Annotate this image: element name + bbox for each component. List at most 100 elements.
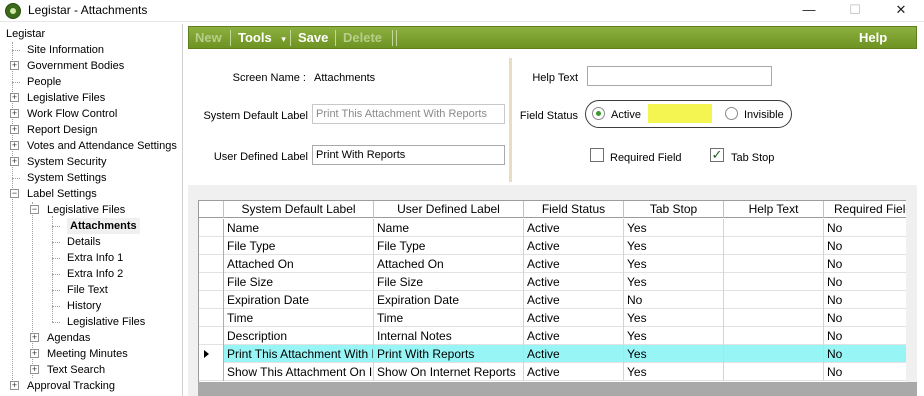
row-header[interactable] bbox=[199, 273, 224, 291]
table-row[interactable]: Description Internal Notes Active Yes No bbox=[199, 327, 906, 345]
cell-user-defined-label[interactable]: Internal Notes bbox=[374, 327, 524, 345]
row-header[interactable] bbox=[199, 363, 224, 381]
row-header[interactable] bbox=[199, 255, 224, 273]
expand-icon[interactable]: + bbox=[30, 349, 39, 358]
table-row[interactable]: File Type File Type Active Yes No bbox=[199, 237, 906, 255]
cell-help-text[interactable] bbox=[724, 309, 824, 327]
cell-tab-stop[interactable]: Yes bbox=[624, 255, 724, 273]
cell-tab-stop[interactable]: Yes bbox=[624, 309, 724, 327]
column-header-user-defined-label[interactable]: User Defined Label bbox=[374, 201, 524, 218]
cell-field-status[interactable]: Active bbox=[524, 345, 624, 363]
cell-tab-stop[interactable]: Yes bbox=[624, 237, 724, 255]
help-button[interactable]: Help bbox=[859, 27, 887, 48]
cell-user-defined-label[interactable]: Time bbox=[374, 309, 524, 327]
minimize-button[interactable]: — bbox=[786, 0, 832, 22]
column-header-required-field[interactable]: Required Field bbox=[824, 201, 906, 218]
cell-field-status[interactable]: Active bbox=[524, 237, 624, 255]
cell-help-text[interactable] bbox=[724, 345, 824, 363]
cell-required-field[interactable]: No bbox=[824, 327, 906, 345]
system-default-field[interactable]: Print This Attachment With Reports bbox=[312, 104, 505, 124]
tree-item-system-security[interactable]: System Security bbox=[27, 154, 106, 170]
tree-item-attachments[interactable]: Attachments bbox=[67, 218, 140, 234]
column-header-tab-stop[interactable]: Tab Stop bbox=[624, 201, 724, 218]
cell-user-defined-label[interactable]: File Type bbox=[374, 237, 524, 255]
cell-tab-stop[interactable]: Yes bbox=[624, 345, 724, 363]
expand-icon[interactable]: + bbox=[30, 333, 39, 342]
new-button[interactable]: New bbox=[195, 27, 222, 48]
cell-system-default-label[interactable]: File Type bbox=[224, 237, 374, 255]
table-row[interactable]: Time Time Active Yes No bbox=[199, 309, 906, 327]
expand-icon[interactable]: + bbox=[30, 365, 39, 374]
cell-help-text[interactable] bbox=[724, 273, 824, 291]
cell-required-field[interactable]: No bbox=[824, 237, 906, 255]
tree-item-approval-tracking[interactable]: Approval Tracking bbox=[27, 378, 115, 394]
table-row[interactable]: Show This Attachment On InternetShow On … bbox=[199, 363, 906, 381]
cell-help-text[interactable] bbox=[724, 255, 824, 273]
cell-system-default-label[interactable]: File Size bbox=[224, 273, 374, 291]
table-row[interactable]: File Size File Size Active Yes No bbox=[199, 273, 906, 291]
cell-required-field[interactable]: No bbox=[824, 363, 906, 381]
cell-required-field[interactable]: No bbox=[824, 309, 906, 327]
tree-item-history[interactable]: History bbox=[67, 298, 101, 314]
save-button[interactable]: Save bbox=[298, 27, 328, 48]
tree-item-details[interactable]: Details bbox=[67, 234, 101, 250]
tree-item-legislative-files-labels[interactable]: Legislative Files bbox=[47, 202, 125, 218]
tree-item-extra-info-2[interactable]: Extra Info 2 bbox=[67, 266, 123, 282]
tree-item-report-design[interactable]: Report Design bbox=[27, 122, 97, 138]
maximize-button[interactable]: ☐ bbox=[832, 0, 878, 22]
help-text-field[interactable] bbox=[587, 66, 772, 86]
active-radio[interactable] bbox=[592, 107, 605, 120]
expand-icon[interactable]: + bbox=[10, 125, 19, 134]
row-header[interactable] bbox=[199, 345, 224, 363]
expand-icon[interactable]: + bbox=[10, 61, 19, 70]
invisible-radio[interactable] bbox=[725, 107, 738, 120]
collapse-icon[interactable]: − bbox=[30, 205, 39, 214]
cell-tab-stop[interactable]: Yes bbox=[624, 273, 724, 291]
tree-item-file-text[interactable]: File Text bbox=[67, 282, 108, 298]
cell-tab-stop[interactable]: No bbox=[624, 291, 724, 309]
labels-grid[interactable]: System Default Label User Defined Label … bbox=[198, 200, 906, 396]
cell-help-text[interactable] bbox=[724, 291, 824, 309]
cell-tab-stop[interactable]: Yes bbox=[624, 363, 724, 381]
cell-help-text[interactable] bbox=[724, 363, 824, 381]
cell-required-field[interactable]: No bbox=[824, 219, 906, 237]
cell-required-field[interactable]: No bbox=[824, 345, 906, 363]
cell-user-defined-label[interactable]: Expiration Date bbox=[374, 291, 524, 309]
close-button[interactable]: ✕ bbox=[878, 0, 924, 22]
tree-item-text-search[interactable]: Text Search bbox=[47, 362, 105, 378]
cell-system-default-label[interactable]: Show This Attachment On Internet bbox=[224, 363, 374, 381]
cell-user-defined-label[interactable]: Print With Reports bbox=[374, 345, 524, 363]
tree-root-legistar[interactable]: Legistar bbox=[6, 26, 45, 42]
cell-required-field[interactable]: No bbox=[824, 255, 906, 273]
cell-field-status[interactable]: Active bbox=[524, 255, 624, 273]
expand-icon[interactable]: + bbox=[10, 141, 19, 150]
expand-icon[interactable]: + bbox=[10, 109, 19, 118]
row-header[interactable] bbox=[199, 309, 224, 327]
cell-field-status[interactable]: Active bbox=[524, 219, 624, 237]
required-field-checkbox[interactable] bbox=[590, 148, 604, 162]
cell-field-status[interactable]: Active bbox=[524, 363, 624, 381]
expand-icon[interactable]: + bbox=[10, 381, 19, 390]
cell-user-defined-label[interactable]: Attached On bbox=[374, 255, 524, 273]
row-header[interactable] bbox=[199, 237, 224, 255]
tree-item-votes-and-attendance-settings[interactable]: Votes and Attendance Settings bbox=[27, 138, 177, 154]
tree-item-site-information[interactable]: Site Information bbox=[27, 42, 104, 58]
tree-item-government-bodies[interactable]: Government Bodies bbox=[27, 58, 124, 74]
column-header-system-default-label[interactable]: System Default Label bbox=[224, 201, 374, 218]
tree-item-legislative-files[interactable]: Legislative Files bbox=[27, 90, 105, 106]
tree-item-label-settings[interactable]: Label Settings bbox=[27, 186, 97, 202]
tree-item-legislative-files[interactable]: Legislative Files bbox=[67, 314, 145, 330]
cell-required-field[interactable]: No bbox=[824, 273, 906, 291]
cell-tab-stop[interactable]: Yes bbox=[624, 219, 724, 237]
cell-system-default-label[interactable]: Description bbox=[224, 327, 374, 345]
cell-help-text[interactable] bbox=[724, 237, 824, 255]
table-row[interactable]: Print This Attachment With ReportsPrint … bbox=[199, 345, 906, 363]
cell-system-default-label[interactable]: Time bbox=[224, 309, 374, 327]
cell-help-text[interactable] bbox=[724, 327, 824, 345]
cell-system-default-label[interactable]: Expiration Date bbox=[224, 291, 374, 309]
cell-field-status[interactable]: Active bbox=[524, 291, 624, 309]
tools-menu-button[interactable]: Tools ▾ bbox=[238, 27, 286, 48]
tree-item-extra-info-1[interactable]: Extra Info 1 bbox=[67, 250, 123, 266]
cell-tab-stop[interactable]: Yes bbox=[624, 327, 724, 345]
tree-item-meeting-minutes[interactable]: Meeting Minutes bbox=[47, 346, 128, 362]
